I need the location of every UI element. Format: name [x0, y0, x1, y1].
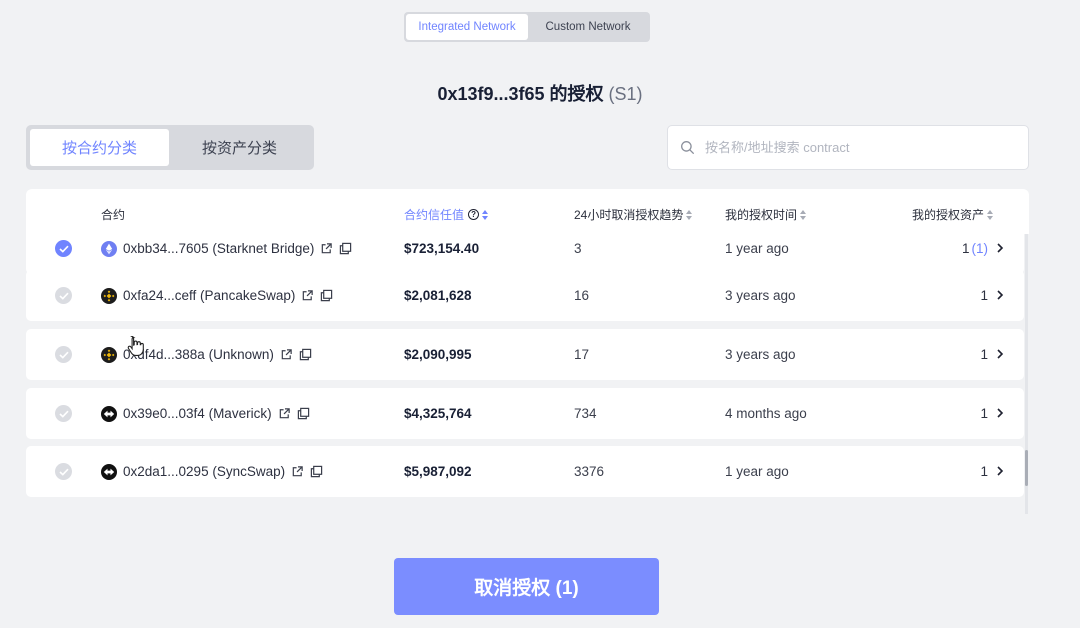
bnb-icon: [101, 287, 117, 304]
contract-address: 0x39e0...03f4 (Maverick): [123, 406, 272, 421]
table-row[interactable]: 0x2da1...0295 (SyncSwap) $5,987,092 3376 1 …: [26, 446, 1024, 497]
column-header-contract-label: 合约: [101, 208, 126, 222]
chevron-right-icon[interactable]: [996, 242, 1004, 257]
asset-count-value: 1: [980, 464, 988, 479]
copy-icon[interactable]: [299, 348, 312, 361]
table-row[interactable]: 0x39e0...03f4 (Maverick) $4,325,764 734 4 m…: [26, 388, 1024, 439]
trust-value: $723,154.40: [404, 241, 480, 256]
page-title: 0x13f9...3f65 的授权 (S1): [0, 80, 1080, 106]
external-link-icon[interactable]: [291, 465, 304, 478]
revoke-trend-value: 16: [574, 288, 590, 303]
revoke-trend-value: 17: [574, 347, 590, 362]
trust-value: $5,987,092: [404, 464, 472, 479]
contract-address: 0xfa24...ceff (PancakeSwap): [123, 288, 296, 303]
sort-icon[interactable]: [686, 209, 693, 220]
row-checkbox[interactable]: [55, 287, 72, 304]
asset-count-value: 1: [980, 288, 988, 303]
sort-icon[interactable]: [482, 209, 489, 220]
table-row[interactable]: 0xfa24...ceff (PancakeSwap) $2,081,628 16 3…: [26, 270, 1024, 321]
row-checkbox[interactable]: [55, 240, 72, 257]
contract-address: 0xbb34...7605 (Starknet Bridge): [123, 241, 315, 256]
search-icon: [681, 141, 694, 154]
category-toggle: 按合约分类 按资产分类: [26, 125, 314, 170]
search-input[interactable]: [705, 140, 1005, 155]
contract-address: 0x2da1...0295 (SyncSwap): [123, 464, 286, 479]
revoke-trend-value: 3: [574, 241, 582, 256]
column-header-trust-label: 合约信任值: [404, 208, 465, 222]
tab-integrated-network[interactable]: Integrated Network: [406, 14, 528, 40]
column-header-trend-label: 24小时取消授权趋势: [574, 208, 684, 222]
row-checkbox[interactable]: [55, 346, 72, 363]
contract-cell: 0xbb34...7605 (Starknet Bridge): [101, 223, 352, 274]
trust-value: $2,081,628: [404, 288, 472, 303]
table-scrollbar[interactable]: [1025, 234, 1028, 514]
chevron-right-icon[interactable]: [996, 289, 1004, 304]
page-title-main: 0x13f9...3f65 的授权: [437, 84, 604, 104]
external-link-icon[interactable]: [278, 407, 291, 420]
asset-count-value: 1: [980, 347, 988, 362]
approval-time-value: 3 years ago: [725, 347, 796, 362]
chevron-right-icon[interactable]: [996, 407, 1004, 422]
tab-custom-network[interactable]: Custom Network: [528, 14, 648, 40]
revoke-trend-value: 734: [574, 406, 597, 421]
contract-cell: 0x2da1...0295 (SyncSwap): [101, 446, 323, 497]
table-row[interactable]: 0xbb34...7605 (Starknet Bridge) $723,154.…: [26, 223, 1024, 274]
column-header-time[interactable]: 我的授权时间: [725, 206, 807, 223]
asset-count[interactable]: 1: [980, 446, 988, 497]
contract-address: 0xdf4d...388a (Unknown): [123, 347, 274, 362]
revoke-trend-value: 3376: [574, 464, 605, 479]
ethereum-icon: [101, 240, 117, 257]
asset-count[interactable]: 1: [980, 329, 988, 380]
copy-icon[interactable]: [339, 242, 352, 255]
asset-count-value: 1: [961, 241, 970, 256]
zksync-icon: [101, 463, 117, 480]
column-header-assets-label: 我的授权资产: [912, 208, 985, 222]
hand-cursor-icon: [127, 335, 144, 356]
bnb-icon: [101, 346, 117, 363]
external-link-icon[interactable]: [320, 242, 333, 255]
table-row[interactable]: 0xdf4d...388a (Unknown) $2,090,995 17 3 yea…: [26, 329, 1024, 380]
sort-icon[interactable]: [987, 209, 994, 220]
asset-count[interactable]: 1 (1): [962, 223, 988, 274]
copy-icon[interactable]: [320, 289, 333, 302]
tab-by-contract[interactable]: 按合约分类: [30, 129, 169, 166]
chevron-right-icon[interactable]: [996, 348, 1004, 363]
column-header-time-label: 我的授权时间: [725, 208, 798, 222]
approval-time-value: 4 months ago: [725, 406, 807, 421]
search-box[interactable]: [667, 125, 1029, 170]
approval-time-value: 1 year ago: [725, 241, 789, 256]
approval-time-value: 3 years ago: [725, 288, 796, 303]
approval-time-value: 1 year ago: [725, 464, 789, 479]
column-header-contract: 合约: [101, 206, 125, 223]
scrollbar-thumb[interactable]: [1025, 450, 1028, 486]
sort-icon[interactable]: [800, 209, 807, 220]
row-checkbox[interactable]: [55, 405, 72, 422]
chevron-right-icon[interactable]: [996, 465, 1004, 480]
external-link-icon[interactable]: [301, 289, 314, 302]
tab-by-asset[interactable]: 按资产分类: [169, 129, 310, 166]
contract-cell: 0x39e0...03f4 (Maverick): [101, 388, 310, 439]
help-icon[interactable]: ?: [468, 209, 480, 220]
revoke-button[interactable]: 取消授权 (1): [394, 558, 659, 615]
asset-selected-count: (1): [971, 241, 989, 256]
trust-value: $4,325,764: [404, 406, 472, 421]
copy-icon[interactable]: [310, 465, 323, 478]
trust-value: $2,090,995: [404, 347, 472, 362]
copy-icon[interactable]: [297, 407, 310, 420]
asset-count-value: 1: [980, 406, 988, 421]
asset-count[interactable]: 1: [980, 270, 988, 321]
column-header-trend[interactable]: 24小时取消授权趋势: [574, 206, 693, 223]
asset-count[interactable]: 1: [980, 388, 988, 439]
column-header-assets[interactable]: 我的授权资产: [912, 206, 994, 223]
network-toggle: Integrated Network Custom Network: [404, 12, 650, 42]
contracts-table: 合约 合约信任值 ? 24小时取消授权趋势 我的授权时间 我的授权资产 0xbb…: [26, 189, 1029, 509]
column-header-trust[interactable]: 合约信任值 ?: [404, 206, 489, 223]
external-link-icon[interactable]: [280, 348, 293, 361]
page-title-sub: (S1): [608, 84, 643, 104]
row-checkbox[interactable]: [55, 463, 72, 480]
contract-cell: 0xfa24...ceff (PancakeSwap): [101, 270, 333, 321]
zksync-icon: [101, 405, 117, 422]
